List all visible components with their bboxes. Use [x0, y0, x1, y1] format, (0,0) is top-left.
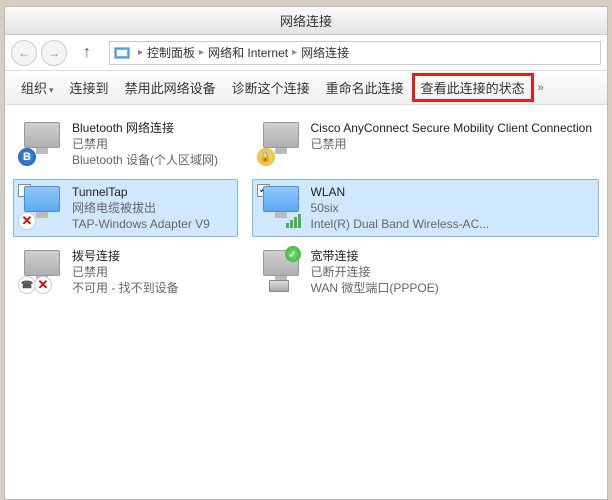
connection-name: TunnelTap — [72, 184, 210, 200]
breadcrumb-part[interactable]: 控制面板 — [147, 44, 195, 61]
up-button[interactable]: ↑ — [75, 41, 99, 65]
monitor-stand — [275, 148, 287, 154]
connection-item[interactable]: B Bluetooth 网络连接已禁用Bluetooth 设备(个人区域网) — [13, 115, 238, 173]
connection-icon: ✓ — [259, 248, 303, 292]
connection-name: 宽带连接 — [311, 248, 439, 264]
view-status-button[interactable]: 查看此连接的状态 — [412, 73, 534, 102]
content-area: BBluetooth 网络连接已禁用Bluetooth 设备(个人区域网)🔒Ci… — [5, 105, 607, 311]
connection-item[interactable]: ✓WLAN50sixIntel(R) Dual Band Wireless-AC… — [252, 179, 599, 237]
monitor-stand — [36, 212, 48, 218]
connection-text: WLAN50sixIntel(R) Dual Band Wireless-AC.… — [311, 184, 490, 232]
connection-item[interactable]: 🔒 Cisco AnyConnect Secure Mobility Client… — [252, 115, 599, 173]
connect-to-button[interactable]: 连接到 — [62, 74, 117, 101]
breadcrumb-part[interactable]: 网络连接 — [301, 44, 349, 61]
connection-device: Bluetooth 设备(个人区域网) — [72, 152, 218, 168]
connection-status: 已断开连接 — [311, 264, 439, 280]
connection-status: 50six — [311, 200, 490, 216]
monitor-icon — [263, 122, 299, 148]
check-ok-icon: ✓ — [285, 246, 301, 262]
disable-device-button[interactable]: 禁用此网络设备 — [117, 74, 224, 101]
monitor-icon — [24, 122, 60, 148]
connection-icon: 🔒 — [259, 120, 303, 164]
connection-name: Cisco AnyConnect Secure Mobility Client … — [311, 120, 592, 136]
monitor-icon — [24, 186, 60, 212]
chevron-right-icon: ▸ — [199, 47, 204, 58]
monitor-icon — [24, 250, 60, 276]
address-bar[interactable]: ▸ 控制面板 ▸ 网络和 Internet ▸ 网络连接 — [109, 41, 601, 65]
chevron-right-icon: ▸ — [138, 47, 143, 58]
connection-item[interactable]: ✓ 宽带连接已断开连接WAN 微型端口(PPPOE) — [252, 243, 599, 301]
connection-device: TAP-Windows Adapter V9 — [72, 216, 210, 232]
diagnose-button[interactable]: 诊断这个连接 — [224, 74, 318, 101]
lock-icon: 🔒 — [257, 148, 275, 166]
monitor-stand — [36, 148, 48, 154]
connection-text: Bluetooth 网络连接已禁用Bluetooth 设备(个人区域网) — [72, 120, 218, 168]
connection-status: 已禁用 — [72, 264, 179, 280]
connection-status: 已禁用 — [311, 136, 592, 152]
connection-icon: B — [20, 120, 64, 164]
signal-bars-icon — [286, 214, 301, 228]
connection-item[interactable]: ☎✕拨号连接已禁用不可用 - 找不到设备 — [13, 243, 238, 301]
connection-device: Intel(R) Dual Band Wireless-AC... — [311, 216, 490, 232]
forward-button[interactable]: → — [41, 40, 67, 66]
connection-icon — [259, 184, 303, 228]
connection-text: 宽带连接已断开连接WAN 微型端口(PPPOE) — [311, 248, 439, 296]
chevron-down-icon: ▾ — [49, 85, 54, 95]
connection-status: 已禁用 — [72, 136, 218, 152]
connection-name: 拨号连接 — [72, 248, 179, 264]
breadcrumb-part[interactable]: 网络和 Internet — [208, 44, 288, 61]
nav-bar: ← → ↑ ▸ 控制面板 ▸ 网络和 Internet ▸ 网络连接 — [5, 35, 607, 71]
window-title: 网络连接 — [5, 7, 607, 35]
connection-status: 网络电缆被拔出 — [72, 200, 210, 216]
connections-grid: BBluetooth 网络连接已禁用Bluetooth 设备(个人区域网)🔒Ci… — [13, 115, 599, 301]
rename-button[interactable]: 重命名此连接 — [318, 74, 412, 101]
connection-name: WLAN — [311, 184, 490, 200]
connection-device: WAN 微型端口(PPPOE) — [311, 280, 439, 296]
monitor-icon — [263, 186, 299, 212]
toolbar: 组织▾ 连接到 禁用此网络设备 诊断这个连接 重命名此连接 查看此连接的状态 » — [5, 71, 607, 105]
bluetooth-icon: B — [18, 148, 36, 166]
connection-text: Cisco AnyConnect Secure Mobility Client … — [311, 120, 592, 152]
connection-text: 拨号连接已禁用不可用 - 找不到设备 — [72, 248, 179, 296]
connection-name: Bluetooth 网络连接 — [72, 120, 218, 136]
connection-item[interactable]: ✕ TunnelTap网络电缆被拔出TAP-Windows Adapter V9 — [13, 179, 238, 237]
error-x-icon: ✕ — [18, 212, 36, 230]
window: 网络连接 ← → ↑ ▸ 控制面板 ▸ 网络和 Internet ▸ 网络连接 … — [4, 6, 608, 500]
back-button[interactable]: ← — [11, 40, 37, 66]
connection-icon: ✕ — [20, 184, 64, 228]
chevron-right-icon: ▸ — [292, 47, 297, 58]
organize-menu[interactable]: 组织▾ — [13, 74, 62, 101]
connection-text: TunnelTap网络电缆被拔出TAP-Windows Adapter V9 — [72, 184, 210, 232]
connection-device: 不可用 - 找不到设备 — [72, 280, 179, 296]
connection-icon: ☎✕ — [20, 248, 64, 292]
modem-icon — [269, 280, 289, 292]
control-panel-icon — [114, 45, 130, 61]
overflow-chevron-icon[interactable]: » — [534, 82, 548, 94]
error-x-icon: ✕ — [34, 276, 52, 294]
